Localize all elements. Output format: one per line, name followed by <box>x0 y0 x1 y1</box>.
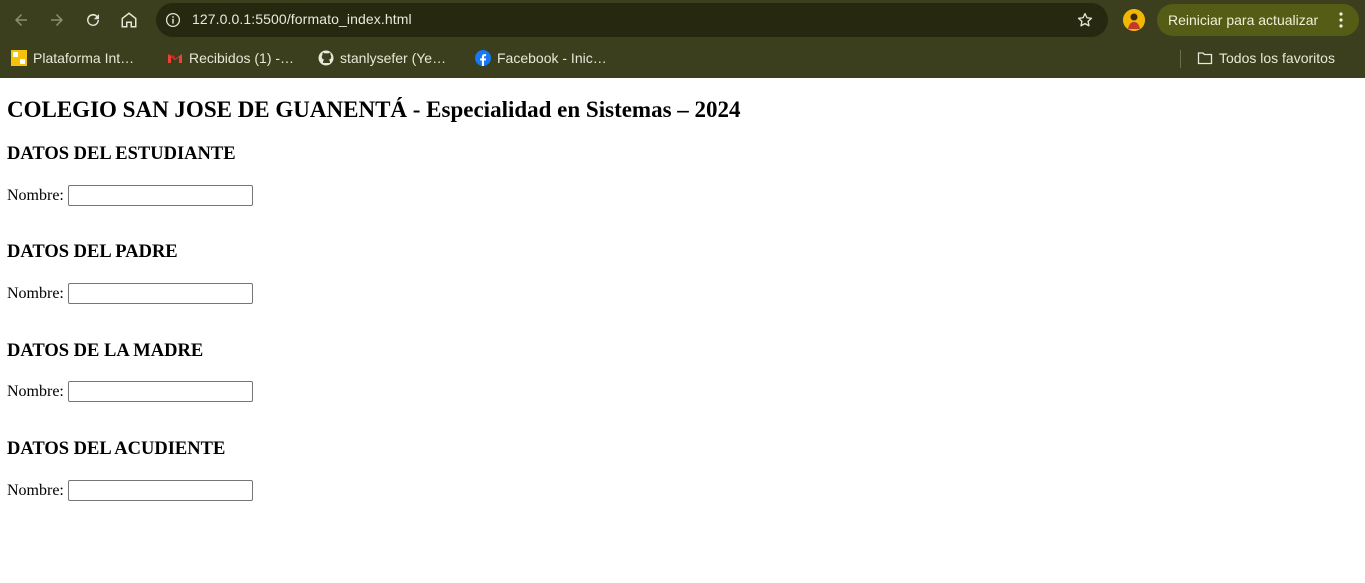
field-row-acudiente: Nombre: <box>7 480 253 501</box>
page-title: COLEGIO SAN JOSE DE GUANENTÁ - Especiali… <box>7 97 741 122</box>
nombre-label: Nombre: <box>7 284 64 302</box>
field-row-estudiante: Nombre: <box>7 185 253 206</box>
gmail-icon <box>167 50 183 66</box>
reload-icon <box>87 13 99 26</box>
nombre-label: Nombre: <box>7 382 64 400</box>
estudiante-nombre-input[interactable] <box>67 185 253 206</box>
field-row-padre: Nombre: <box>7 283 253 304</box>
section-heading-estudiante: DATOS DEL ESTUDIANTE <box>7 144 236 164</box>
section-heading-madre: DATOS DE LA MADRE <box>7 341 204 361</box>
folder-icon <box>1197 50 1213 66</box>
all-bookmarks-button[interactable]: Todos los favoritos <box>1197 48 1335 68</box>
restart-update-label: Reiniciar para actualizar <box>1168 12 1319 28</box>
madre-nombre-input[interactable] <box>67 381 253 402</box>
all-bookmarks-label: Todos los favoritos <box>1219 50 1335 66</box>
home-button[interactable] <box>117 8 141 32</box>
bookmark-label: Facebook - Inic… <box>497 50 607 66</box>
back-button[interactable] <box>9 8 33 32</box>
site-info-icon[interactable] <box>164 11 182 29</box>
arrow-left-icon <box>15 14 27 26</box>
section-heading-padre: DATOS DEL PADRE <box>7 242 178 262</box>
bookmark-star-icon[interactable] <box>1076 11 1094 29</box>
bookmarks-bar: Plataforma Int… Recibidos (1) -… stanlys… <box>0 40 1365 76</box>
url-text: 127.0.0.1:5500/formato_index.html <box>192 11 412 27</box>
bookmarks-divider <box>1180 50 1181 68</box>
browser-toolbar: 127.0.0.1:5500/formato_index.html Reinic… <box>0 0 1365 40</box>
bookmark-plataforma[interactable]: Plataforma Int… <box>11 48 134 68</box>
field-row-madre: Nombre: <box>7 381 253 402</box>
bookmark-label: Plataforma Int… <box>33 50 135 66</box>
github-icon <box>318 50 334 66</box>
nombre-label: Nombre: <box>7 186 64 204</box>
restart-update-button[interactable]: Reiniciar para actualizar <box>1157 4 1359 36</box>
facebook-icon <box>475 50 491 66</box>
arrow-right-icon <box>51 14 63 26</box>
nombre-label: Nombre: <box>7 481 64 499</box>
padre-nombre-input[interactable] <box>67 283 253 304</box>
bookmark-recibidos[interactable]: Recibidos (1) -… <box>167 48 294 68</box>
bookmark-label: stanlysefer (Ye… <box>340 50 447 66</box>
section-heading-acudiente: DATOS DEL ACUDIENTE <box>7 439 226 459</box>
more-vert-icon <box>1339 12 1343 28</box>
forward-button[interactable] <box>45 8 69 32</box>
acudiente-nombre-input[interactable] <box>67 480 253 501</box>
reload-button[interactable] <box>81 8 105 32</box>
bookmark-label: Recibidos (1) -… <box>189 50 295 66</box>
plataforma-icon <box>11 50 27 66</box>
browser-chrome: 127.0.0.1:5500/formato_index.html Reinic… <box>0 0 1365 78</box>
bookmark-github[interactable]: stanlysefer (Ye… <box>318 48 446 68</box>
home-icon <box>121 12 137 28</box>
bookmark-facebook[interactable]: Facebook - Inic… <box>475 48 607 68</box>
profile-avatar[interactable] <box>1123 9 1145 31</box>
address-bar[interactable]: 127.0.0.1:5500/formato_index.html <box>156 3 1108 37</box>
avatar-icon <box>1123 9 1145 31</box>
